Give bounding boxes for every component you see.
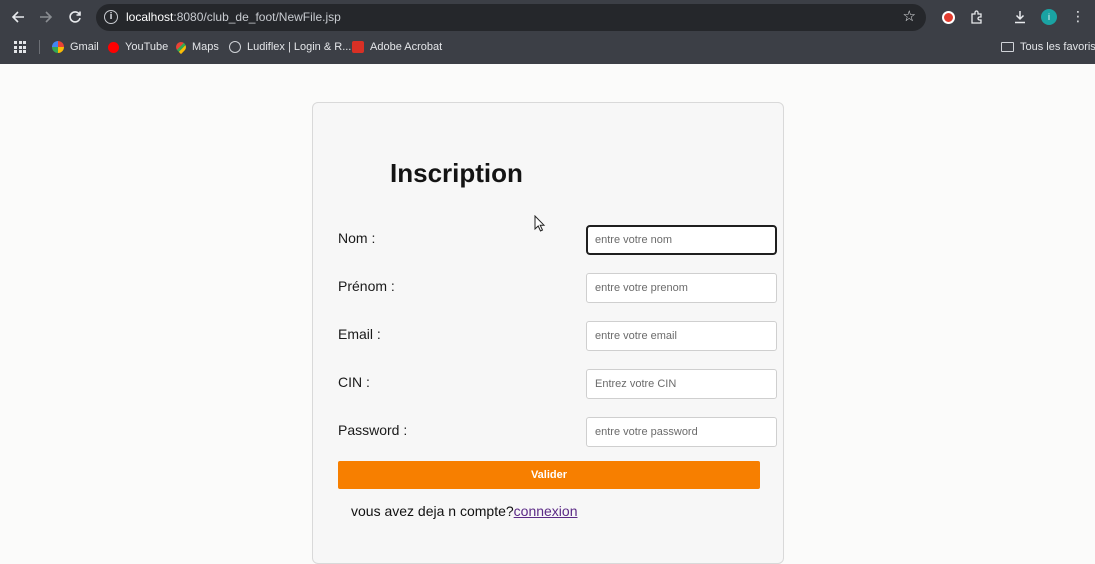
youtube-icon bbox=[108, 41, 119, 53]
address-bar[interactable]: i localhost:8080/club_de_foot/NewFile.js… bbox=[96, 4, 926, 31]
back-button[interactable] bbox=[6, 5, 30, 29]
extension-red-icon[interactable] bbox=[938, 7, 958, 27]
arrow-left-icon bbox=[11, 11, 24, 23]
globe-icon bbox=[229, 41, 241, 53]
reload-button[interactable] bbox=[63, 5, 87, 29]
acrobat-icon bbox=[352, 41, 364, 53]
bookmark-label: Maps bbox=[192, 41, 219, 53]
nom-input[interactable] bbox=[586, 225, 777, 255]
url-text[interactable]: localhost:8080/club_de_foot/NewFile.jsp bbox=[126, 10, 341, 24]
browser-toolbar: i localhost:8080/club_de_foot/NewFile.js… bbox=[0, 0, 1095, 34]
extensions-puzzle-icon[interactable] bbox=[967, 7, 987, 27]
url-path: :8080/club_de_foot/NewFile.jsp bbox=[173, 10, 341, 24]
folder-icon bbox=[1001, 42, 1014, 52]
login-prompt: vous avez deja n compte?connexion bbox=[351, 503, 577, 519]
password-input[interactable] bbox=[586, 417, 777, 447]
bookmark-label: Adobe Acrobat bbox=[370, 41, 443, 53]
cin-label: CIN : bbox=[338, 374, 370, 390]
all-bookmarks-label: Tous les favoris bbox=[1020, 41, 1095, 53]
prenom-input[interactable] bbox=[586, 273, 777, 303]
arrow-right-icon bbox=[40, 11, 53, 23]
apps-grid-icon[interactable] bbox=[14, 41, 26, 53]
gmail-icon bbox=[52, 41, 64, 53]
bookmark-adobe-acrobat[interactable]: Adobe Acrobat bbox=[352, 38, 442, 56]
page-title: Inscription bbox=[390, 158, 523, 188]
bookmark-ludiflex[interactable]: Ludiflex | Login & R... bbox=[229, 38, 351, 56]
bookmark-label: Ludiflex | Login & R... bbox=[247, 41, 352, 53]
maps-icon bbox=[173, 39, 189, 55]
bookmark-star-icon[interactable]: ☆ bbox=[903, 7, 916, 25]
bookmark-youtube[interactable]: YouTube bbox=[108, 38, 168, 56]
browser-chrome: i localhost:8080/club_de_foot/NewFile.js… bbox=[0, 0, 1095, 64]
valider-button[interactable]: Valider bbox=[338, 461, 760, 489]
profile-avatar[interactable]: i bbox=[1039, 7, 1059, 27]
download-icon[interactable] bbox=[1010, 7, 1030, 27]
bookmark-maps[interactable]: Maps bbox=[173, 38, 219, 56]
mouse-pointer-icon bbox=[534, 215, 546, 232]
cin-input[interactable] bbox=[586, 369, 777, 399]
email-input[interactable] bbox=[586, 321, 777, 351]
url-host: localhost bbox=[126, 10, 174, 24]
profile-initial: i bbox=[1041, 9, 1057, 25]
forward-button[interactable] bbox=[34, 5, 58, 29]
bookmarks-bar: Gmail YouTube Maps Ludiflex | Login & R.… bbox=[0, 36, 1095, 58]
all-bookmarks-button[interactable]: Tous les favoris bbox=[1001, 38, 1095, 56]
bookmark-label: YouTube bbox=[125, 41, 169, 53]
bookmark-gmail[interactable]: Gmail bbox=[52, 38, 99, 56]
password-label: Password : bbox=[338, 422, 408, 438]
bookmarks-divider bbox=[39, 40, 40, 54]
connexion-link[interactable]: connexion bbox=[514, 503, 578, 519]
menu-kebab-icon[interactable]: ⋮ bbox=[1068, 7, 1088, 27]
site-info-icon[interactable]: i bbox=[104, 10, 118, 24]
registration-form-card: Inscription Nom : Prénom : Email : CIN :… bbox=[312, 102, 784, 564]
prenom-label: Prénom : bbox=[338, 278, 395, 294]
bookmark-label: Gmail bbox=[70, 41, 99, 53]
login-prompt-text: vous avez deja n compte? bbox=[351, 503, 514, 519]
email-label: Email : bbox=[338, 326, 381, 342]
nom-label: Nom : bbox=[338, 230, 376, 246]
reload-icon bbox=[69, 11, 81, 23]
